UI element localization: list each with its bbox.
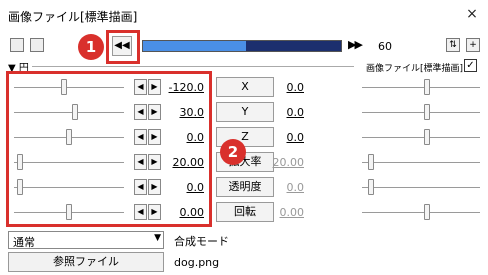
param-end-value[interactable]: 0.00 — [264, 206, 305, 219]
title-bar: 画像ファイル[標準描画] × — [0, 0, 488, 30]
blend-mode-select[interactable]: 通常 ▼ — [8, 231, 164, 249]
frame-number: 60 — [378, 40, 392, 53]
end-slider-thumb[interactable] — [423, 104, 430, 120]
chevron-down-icon: ▼ — [154, 233, 161, 243]
add-icon[interactable]: + — [466, 38, 480, 52]
window-title: 画像ファイル[標準描画] — [8, 10, 138, 24]
timeline-bar[interactable] — [142, 40, 342, 52]
annotation-badge-1: 1 — [78, 34, 104, 60]
param-end-value[interactable]: 0.0 — [264, 131, 305, 144]
highlight-box-seek — [106, 30, 140, 64]
annotation-badge-2: 2 — [220, 139, 246, 165]
end-slider-track[interactable] — [362, 87, 480, 88]
end-slider-thumb[interactable] — [368, 179, 375, 195]
filter-label: 画像ファイル[標準描画] — [366, 64, 464, 74]
end-slider-track[interactable] — [362, 187, 480, 188]
close-icon[interactable]: × — [462, 4, 482, 24]
param-end-value[interactable]: 0.0 — [264, 106, 305, 119]
param-end-value[interactable]: 0.0 — [264, 181, 305, 194]
param-end-value[interactable]: 20.00 — [264, 156, 305, 169]
timeline-progress — [143, 41, 246, 51]
layer-icon[interactable] — [30, 38, 44, 52]
end-slider-thumb[interactable] — [423, 79, 430, 95]
end-slider-track[interactable] — [362, 212, 480, 213]
end-slider-thumb[interactable] — [423, 204, 430, 220]
end-slider-track[interactable] — [362, 137, 480, 138]
blend-mode-value: 通常 — [13, 236, 35, 249]
filter-checkbox[interactable]: ✓ — [464, 59, 477, 72]
end-slider-track[interactable] — [362, 162, 480, 163]
end-slider-track[interactable] — [362, 112, 480, 113]
divider — [32, 66, 354, 67]
highlight-box-params — [6, 71, 212, 227]
forward-button[interactable]: ▶▶ — [348, 38, 363, 51]
reference-file-button[interactable]: 参照ファイル — [8, 252, 164, 272]
file-name: dog.png — [174, 256, 220, 269]
camera-icon[interactable] — [10, 38, 24, 52]
end-slider-thumb[interactable] — [368, 154, 375, 170]
param-end-value[interactable]: 0.0 — [264, 81, 305, 94]
end-slider-thumb[interactable] — [423, 129, 430, 145]
swap-icon[interactable]: ⇅ — [446, 38, 460, 52]
blend-mode-label: 合成モード — [174, 235, 229, 248]
